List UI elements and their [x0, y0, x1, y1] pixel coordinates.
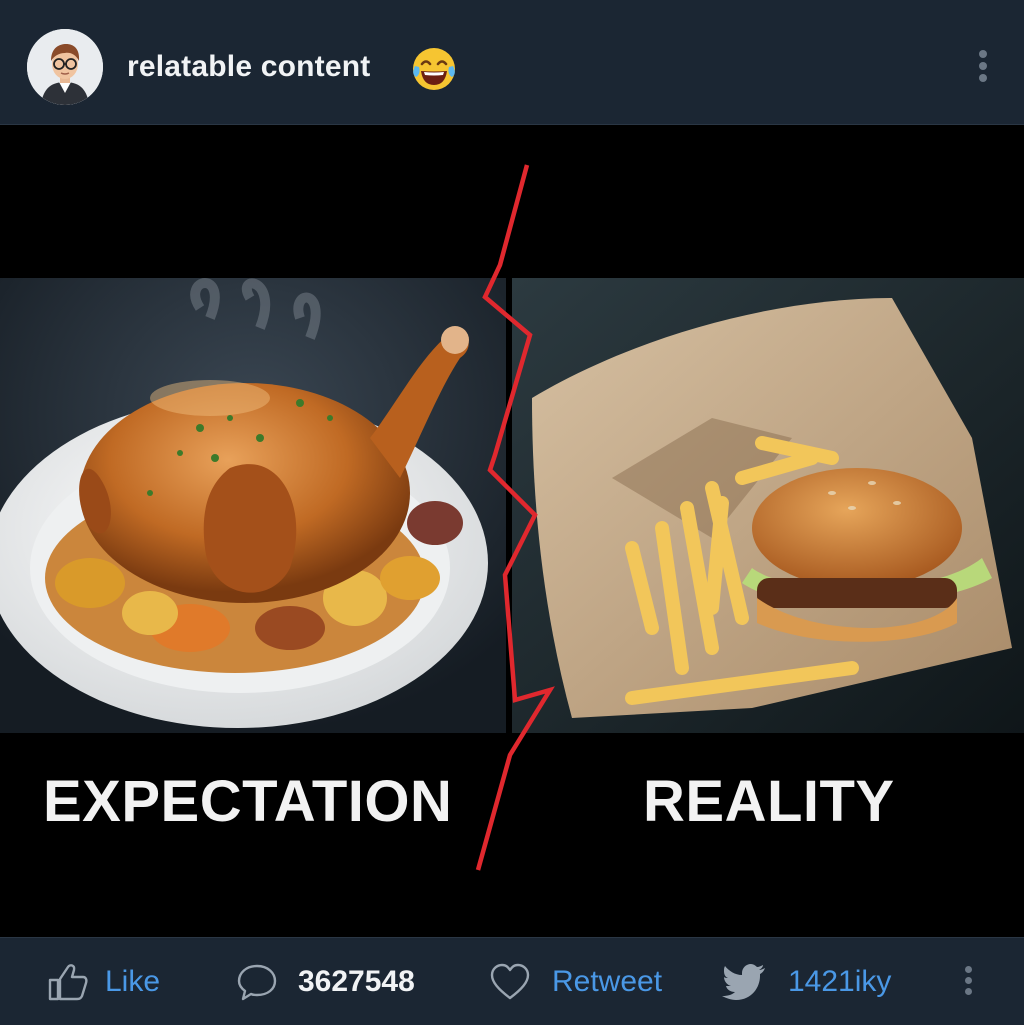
share-count: 1421iky — [788, 964, 892, 998]
expectation-image — [0, 278, 506, 733]
laughing-emoji-icon — [411, 46, 457, 92]
expectation-caption: EXPECTATION — [43, 769, 453, 834]
like-label: Like — [105, 964, 161, 998]
like-button[interactable]: Like — [47, 938, 160, 1025]
avatar-icon — [27, 29, 103, 105]
share-button[interactable]: 1421iky — [722, 938, 891, 1025]
more-vertical-icon — [979, 50, 987, 58]
more-actions-button[interactable] — [960, 966, 976, 1002]
more-options-button[interactable] — [974, 50, 992, 86]
post-image[interactable]: EXPECTATION REALITY — [0, 125, 1024, 937]
page-title: relatable content — [127, 50, 371, 83]
bird-icon — [722, 963, 765, 1000]
retweet-button[interactable]: Retweet — [490, 938, 662, 1025]
comment-button[interactable]: 3627548 — [236, 938, 415, 1025]
post-header: relatable content — [0, 0, 1024, 125]
avatar[interactable] — [27, 29, 103, 105]
more-vertical-icon — [964, 966, 972, 973]
comment-count: 3627548 — [298, 964, 415, 998]
reality-caption: REALITY — [643, 769, 895, 834]
thumbs-up-icon — [48, 963, 88, 1000]
post-actions: Like 3627548 Retweet 1421iky — [0, 937, 1024, 1025]
heart-icon — [490, 963, 530, 999]
retweet-label: Retweet — [552, 964, 663, 998]
reality-image — [512, 278, 1024, 733]
comment-bubble-icon — [237, 964, 277, 1000]
